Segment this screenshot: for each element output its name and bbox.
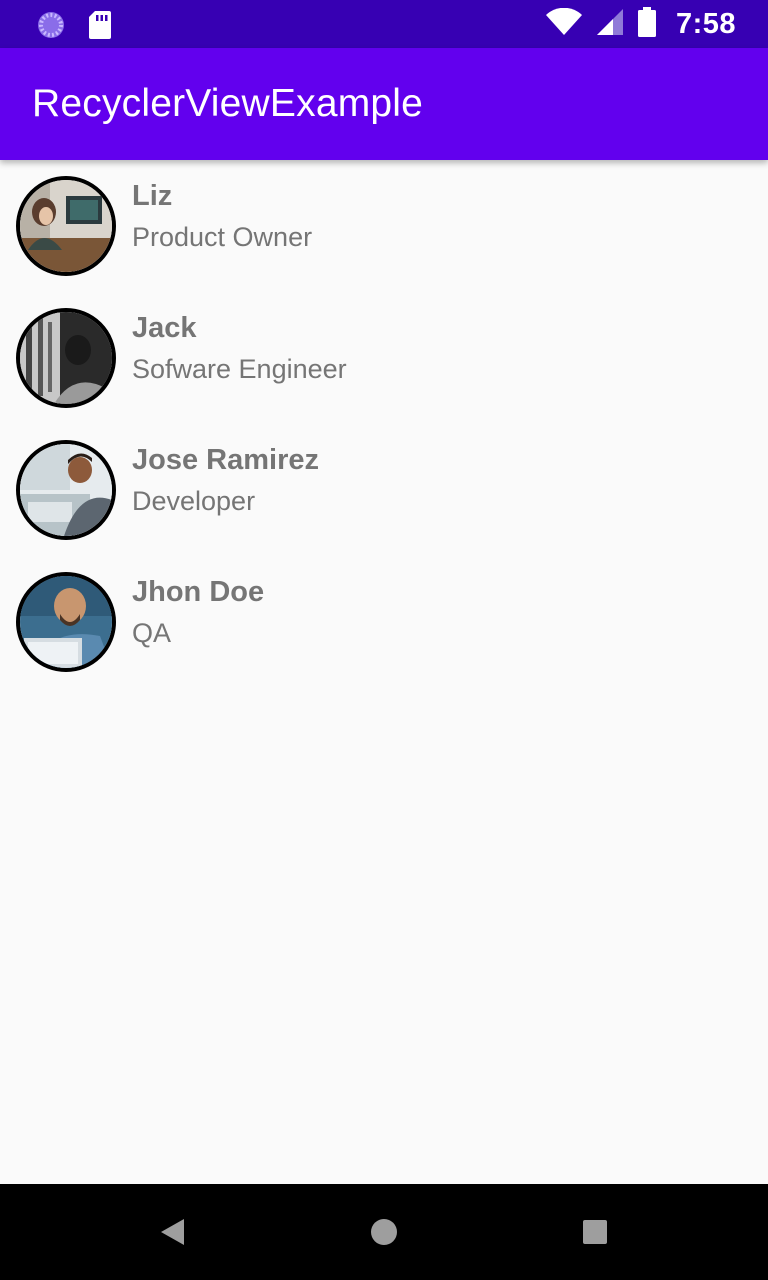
app-bar: RecyclerViewExample (0, 48, 768, 160)
contact-name: Jhon Doe (132, 576, 265, 608)
wifi-icon (545, 7, 582, 41)
avatar (16, 176, 116, 276)
recents-icon[interactable] (575, 1212, 615, 1252)
navigation-bar (0, 1184, 768, 1280)
avatar (16, 440, 116, 540)
back-icon[interactable] (152, 1212, 192, 1252)
avatar (16, 572, 116, 672)
contact-name: Jose Ramirez (132, 444, 319, 476)
sd-card-icon (88, 10, 112, 45)
contact-list[interactable]: Liz Product Owner Jack Sofware Engineer (0, 160, 768, 688)
avatar (16, 308, 116, 408)
contact-name: Liz (132, 180, 173, 212)
app-title: RecyclerViewExample (32, 82, 424, 125)
home-icon[interactable] (364, 1212, 404, 1252)
clock: 7:58 (675, 7, 736, 40)
contact-name: Jack (132, 312, 197, 344)
cellular-signal-icon (596, 8, 624, 41)
contact-role: Sofware Engineer (132, 354, 347, 384)
status-bar: 7:58 (0, 0, 768, 48)
contact-role: Developer (132, 486, 256, 516)
list-item[interactable]: Jhon Doe QA (0, 556, 768, 688)
list-item[interactable]: Liz Product Owner (0, 160, 768, 292)
contact-role: Product Owner (132, 222, 313, 252)
battery-icon (637, 6, 656, 42)
list-item[interactable]: Jack Sofware Engineer (0, 292, 768, 424)
list-item[interactable]: Jose Ramirez Developer (0, 424, 768, 556)
loading-icon (36, 10, 66, 45)
contact-role: QA (132, 618, 172, 648)
